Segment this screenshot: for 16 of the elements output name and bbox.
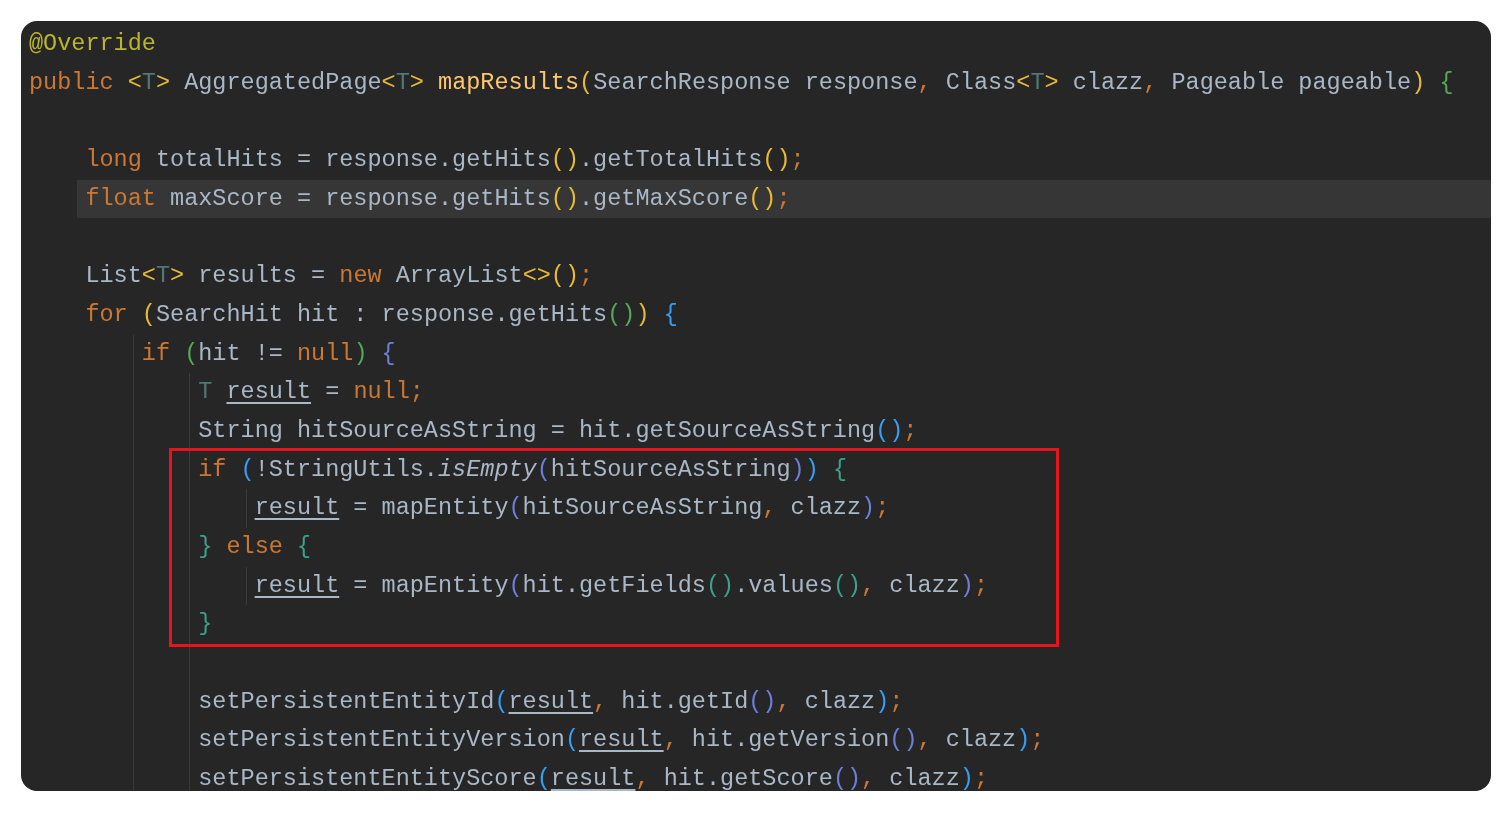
code-line: setPersistentEntityId(result, hit.getId(), clazz); — [197, 686, 905, 717]
code-line: } else { — [197, 531, 313, 562]
code-line: setPersistentEntityScore(result, hit.getScore(), clazz); — [197, 764, 990, 791]
code-line: result = mapEntity(hitSourceAsString, clazz); — [253, 493, 891, 524]
code-line: for (SearchHit hit : response.getHits()) { — [84, 299, 679, 330]
code-line: if (hit != null) { — [140, 338, 397, 369]
code-line: @Override — [28, 29, 157, 59]
code-line: List<T> results = new ArrayList<>(); — [84, 261, 595, 292]
code-line: } — [197, 609, 214, 640]
code-line: long totalHits = response.getHits().getTotalHits(); — [84, 145, 806, 176]
code-line: public <T> AggregatedPage<T> mapResults(SearchResponse response, Class<T> clazz, Pageable pageable) { — [28, 67, 1455, 98]
code-line: result = mapEntity(hit.getFields().values(), clazz); — [253, 570, 990, 601]
code-line: setPersistentEntityVersion(result, hit.getVersion(), clazz); — [197, 725, 1046, 756]
code-line: if (!StringUtils.isEmpty(hitSourceAsString)) { — [197, 454, 848, 485]
code-line: T result = null; — [197, 377, 425, 408]
code-line: String hitSourceAsString = hit.getSourceAsString(); — [197, 415, 919, 446]
